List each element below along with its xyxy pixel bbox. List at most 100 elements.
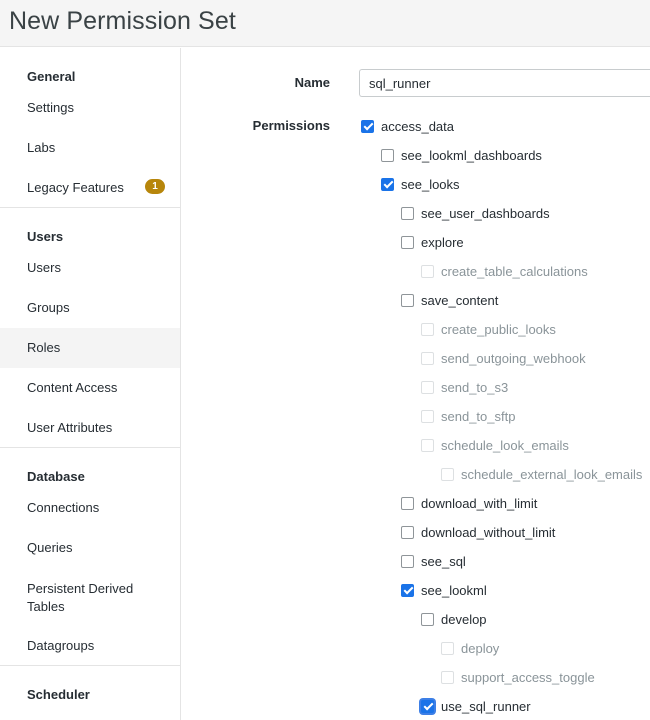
permission-label: save_content xyxy=(421,292,499,308)
permission-send-to-s3: send_to_s3 xyxy=(421,377,508,397)
permission-see-lookml[interactable]: see_lookml xyxy=(401,580,487,600)
permission-create-table-calculations: create_table_calculations xyxy=(421,261,588,281)
permission-label: schedule_external_look_emails xyxy=(461,466,643,482)
permission-download-with-limit[interactable]: download_with_limit xyxy=(401,493,537,513)
permission-see-lookml-dashboards[interactable]: see_lookml_dashboards xyxy=(381,145,542,165)
sidebar-item-legacy-features[interactable]: Legacy Features 1 xyxy=(0,168,180,208)
sidebar-item-label: Queries xyxy=(27,540,73,555)
permission-label: see_lookml_dashboards xyxy=(401,147,542,163)
permissions-label: Permissions xyxy=(252,118,330,133)
permission-label: send_to_sftp xyxy=(441,408,516,424)
permission-label: send_to_s3 xyxy=(441,379,509,395)
sidebar-item-label: User Attributes xyxy=(27,420,113,435)
permission-label: use_sql_runner xyxy=(441,698,531,714)
permission-checkbox xyxy=(421,409,434,423)
permission-schedule-external-look-emails: schedule_external_look_emails xyxy=(441,464,642,484)
sidebar-item-label: Labs xyxy=(27,140,56,155)
permission-label: see_user_dashboards xyxy=(421,205,550,221)
sidebar-heading-general: General xyxy=(27,69,76,84)
sidebar-heading-database: Database xyxy=(27,469,85,484)
permission-see-user-dashboards[interactable]: see_user_dashboards xyxy=(401,203,550,223)
permission-label: access_data xyxy=(381,118,454,134)
sidebar-item-settings[interactable]: Settings xyxy=(0,88,180,128)
count-badge: 1 xyxy=(145,179,165,194)
sidebar-divider xyxy=(0,207,180,208)
permission-checkbox xyxy=(421,322,434,336)
sidebar-divider xyxy=(0,447,180,448)
sidebar-item-label: Groups xyxy=(27,300,70,315)
sidebar-item-queries[interactable]: Queries xyxy=(0,528,180,568)
sidebar-item-label: Legacy Features xyxy=(27,180,124,195)
permission-label: see_looks xyxy=(401,176,460,192)
permission-send-to-sftp: send_to_sftp xyxy=(421,406,515,426)
permission-see-sql[interactable]: see_sql xyxy=(401,551,466,571)
permission-checkbox[interactable] xyxy=(421,699,434,713)
admin-sidebar: General Settings Labs Legacy Features 1 … xyxy=(0,48,181,720)
permission-label: download_without_limit xyxy=(421,524,556,540)
permission-checkbox[interactable] xyxy=(401,583,414,597)
sidebar-item-users[interactable]: Users xyxy=(0,248,180,288)
permission-send-outgoing-webhook: send_outgoing_webhook xyxy=(421,348,586,368)
sidebar-item-label: Datagroups xyxy=(27,638,95,653)
permission-label: develop xyxy=(441,611,487,627)
sidebar-item-groups[interactable]: Groups xyxy=(0,288,180,328)
permission-checkbox xyxy=(441,467,454,481)
permission-checkbox xyxy=(421,264,434,278)
permission-label: create_public_looks xyxy=(441,321,556,337)
sidebar-item-user-attributes[interactable]: User Attributes xyxy=(0,408,180,448)
permission-checkbox[interactable] xyxy=(401,293,414,307)
permission-checkbox[interactable] xyxy=(401,206,414,220)
sidebar-item-label: Persistent Derived Tables xyxy=(27,581,134,614)
permission-label: download_with_limit xyxy=(421,495,538,511)
permission-checkbox xyxy=(441,670,454,684)
permission-checkbox[interactable] xyxy=(361,119,374,133)
permission-see-looks[interactable]: see_looks xyxy=(381,174,460,194)
permission-use-sql-runner[interactable]: use_sql_runner xyxy=(421,696,531,716)
permission-support-access-toggle: support_access_toggle xyxy=(441,667,595,687)
sidebar-item-persistent-derived-tables[interactable]: Persistent Derived Tables xyxy=(0,568,180,626)
permission-checkbox xyxy=(421,438,434,452)
permission-checkbox xyxy=(421,351,434,365)
sidebar-item-content-access[interactable]: Content Access xyxy=(0,368,180,408)
permission-label: send_outgoing_webhook xyxy=(441,350,586,366)
permission-label: schedule_look_emails xyxy=(441,437,569,453)
permission-schedule-look-emails: schedule_look_emails xyxy=(421,435,569,455)
permission-checkbox[interactable] xyxy=(421,612,434,626)
permission-label: create_table_calculations xyxy=(441,263,588,279)
sidebar-heading-scheduler: Scheduler xyxy=(27,687,90,702)
permission-checkbox[interactable] xyxy=(381,148,394,162)
permission-label: deploy xyxy=(461,640,500,656)
name-label: Name xyxy=(294,75,330,90)
sidebar-heading-users: Users xyxy=(27,229,64,244)
permission-checkbox[interactable] xyxy=(401,525,414,539)
sidebar-item-label: Connections xyxy=(27,500,100,515)
permission-save-content[interactable]: save_content xyxy=(401,290,498,310)
permission-develop[interactable]: develop xyxy=(421,609,487,629)
permission-access-data[interactable]: access_data xyxy=(361,116,454,136)
permission-checkbox[interactable] xyxy=(401,554,414,568)
sidebar-item-label: Users xyxy=(27,260,61,275)
permission-label: support_access_toggle xyxy=(461,669,595,685)
permission-label: see_lookml xyxy=(421,582,487,598)
permission-checkbox xyxy=(421,380,434,394)
sidebar-item-labs[interactable]: Labs xyxy=(0,128,180,168)
permission-checkbox[interactable] xyxy=(401,235,414,249)
permission-label: see_sql xyxy=(421,553,466,569)
page-header: New Permission Set xyxy=(0,0,650,47)
permission-explore[interactable]: explore xyxy=(401,232,464,252)
permission-download-without-limit[interactable]: download_without_limit xyxy=(401,522,555,542)
permission-deploy: deploy xyxy=(441,638,499,658)
permission-set-name-input[interactable] xyxy=(359,69,650,97)
page-title: New Permission Set xyxy=(9,7,236,35)
sidebar-item-label: Content Access xyxy=(27,380,118,395)
permission-checkbox xyxy=(441,641,454,655)
sidebar-item-label: Roles xyxy=(27,340,61,355)
permission-label: explore xyxy=(421,234,464,250)
sidebar-item-connections[interactable]: Connections xyxy=(0,488,180,528)
permission-checkbox[interactable] xyxy=(381,177,394,191)
sidebar-item-label: Settings xyxy=(27,100,74,115)
sidebar-divider xyxy=(0,665,180,666)
permission-checkbox[interactable] xyxy=(401,496,414,510)
sidebar-item-datagroups[interactable]: Datagroups xyxy=(0,626,180,666)
sidebar-item-roles[interactable]: Roles xyxy=(0,328,180,368)
